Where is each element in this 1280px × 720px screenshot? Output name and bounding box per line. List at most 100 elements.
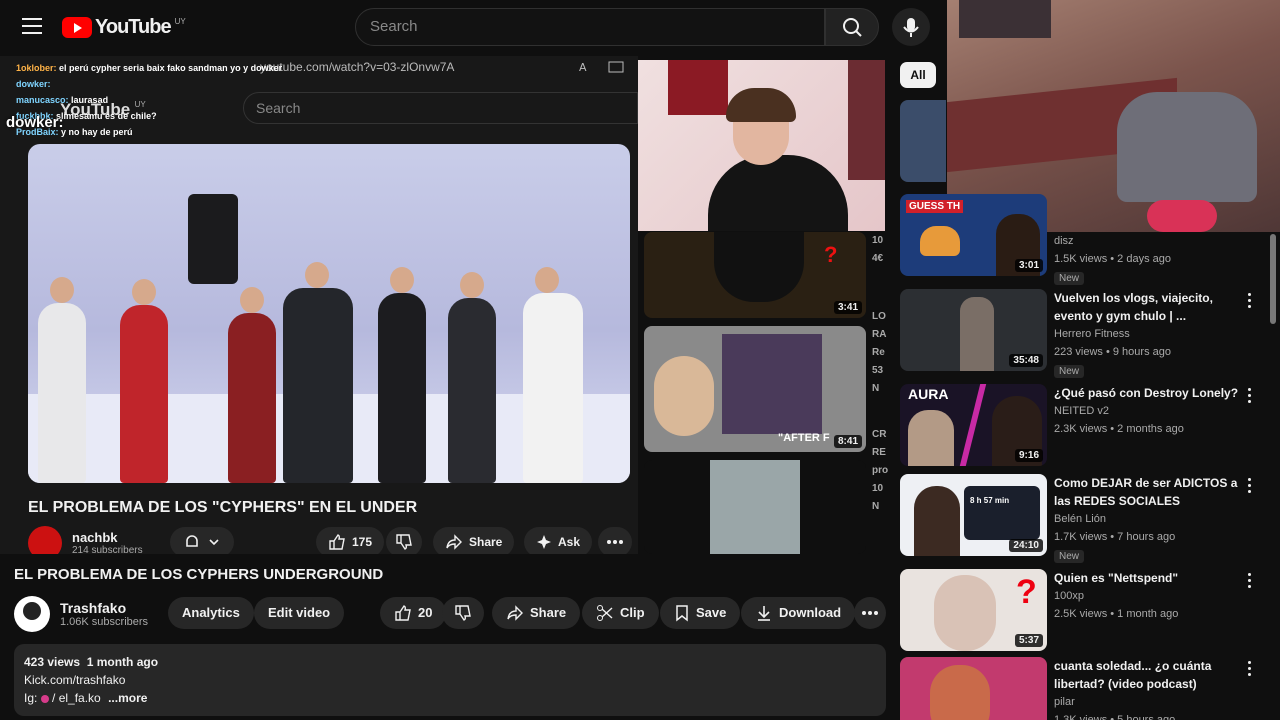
embedded-ask-button[interactable]: Ask: [524, 527, 593, 554]
video-thumbnail[interactable]: 35:48: [900, 289, 1047, 371]
recommendation-item[interactable]: AURA 9:16 ¿Qué pasó con Destroy Lonely? …: [900, 384, 1270, 474]
video-info: ¿Qué pasó con Destroy Lonely? NEITED v2 …: [1054, 384, 1242, 438]
avatar[interactable]: [14, 596, 50, 632]
channel-name[interactable]: pilar: [1054, 693, 1242, 711]
thumbnail-caption: "AFTER F: [778, 432, 830, 444]
microphone-icon: [903, 18, 919, 37]
recommendation-item[interactable]: 8 h 57 min 24:10 Como DEJAR de ser ADICT…: [900, 474, 1270, 564]
video-player[interactable]: youtube.com/watch?v=03-zlOnvw7A A YouTub…: [0, 56, 638, 554]
embedded-share-button[interactable]: Share: [433, 527, 515, 554]
video-info: Vuelven los vlogs, viajecito, evento y g…: [1054, 289, 1242, 379]
video-thumbnail[interactable]: ? 5:37: [900, 569, 1047, 651]
recommendation-item[interactable]: cuanta soledad... ¿o cuánta libertad? (v…: [900, 657, 1270, 720]
edit-video-button[interactable]: Edit video: [254, 597, 345, 629]
recommendation-item[interactable]: ? 5:37 Quien es "Nettspend" 100xp 2.5K v…: [900, 569, 1270, 659]
chat-message: 1oklober: el perú cypher seria baix fako…: [16, 60, 282, 76]
thumbnail-person: [930, 665, 990, 720]
thumbnail-face: [934, 575, 996, 651]
person-torso: [708, 155, 848, 231]
download-button[interactable]: Download: [741, 597, 856, 629]
thumbnail-person: [710, 460, 800, 554]
captured-recommendations: ? 3:41 "AFTER F 8:41 10 4€ LO RA Re 53 N CR RE…: [638, 232, 888, 554]
browser-url: youtube.com/watch?v=03-zlOnvw7A: [260, 60, 455, 74]
filter-chip-all[interactable]: All: [900, 62, 936, 88]
thumbnail-text: GUESS TH: [906, 200, 964, 213]
save-button[interactable]: Save: [660, 597, 741, 629]
description-box[interactable]: 423 views 1 month ago Kick.com/trashfako…: [14, 644, 886, 716]
duration-badge: 24:10: [1009, 539, 1043, 552]
channel-name[interactable]: NEITED v2: [1054, 402, 1242, 420]
clip-button[interactable]: Clip: [582, 597, 659, 629]
video-thumbnail[interactable]: AURA 9:16: [900, 384, 1047, 466]
person: [228, 287, 276, 483]
person: [120, 279, 168, 483]
voice-search-button[interactable]: [892, 8, 930, 46]
menu-icon[interactable]: [22, 18, 42, 34]
like-button[interactable]: 20: [380, 597, 447, 629]
recommendation-item[interactable]: GUESS TH 3:01 disz 1.5K views • 2 days a…: [900, 194, 1270, 285]
duration-badge: 3:01: [1014, 259, 1043, 272]
logo-text: YouTube: [95, 16, 172, 38]
embedded-share-label: Share: [469, 535, 503, 549]
channel-name[interactable]: Belén Lión: [1054, 510, 1242, 528]
more-vertical-icon[interactable]: [1248, 478, 1252, 496]
video-title[interactable]: cuanta soledad... ¿o cuánta libertad? (v…: [1054, 657, 1242, 693]
video-thumbnail[interactable]: [644, 460, 866, 554]
scrollbar[interactable]: [1270, 234, 1276, 324]
search-input[interactable]: Search: [355, 8, 825, 46]
embedded-like-button[interactable]: 175: [316, 527, 385, 554]
video-thumbnail[interactable]: ? 3:41: [644, 232, 866, 318]
more-vertical-icon[interactable]: [1248, 388, 1252, 406]
embedded-dislike-button[interactable]: [386, 527, 422, 554]
country-code: UY: [174, 17, 186, 26]
save-label: Save: [696, 605, 727, 620]
more-vertical-icon[interactable]: [1248, 661, 1252, 679]
video-title[interactable]: Vuelven los vlogs, viajecito, evento y g…: [1054, 289, 1242, 325]
person: [283, 262, 353, 483]
chat-user: manucasco:: [16, 95, 69, 105]
video-thumbnail[interactable]: GUESS TH 3:01: [900, 194, 1047, 276]
channel-name[interactable]: Trashfako: [60, 600, 148, 616]
embedded-video-frame[interactable]: [28, 144, 630, 483]
channel-name[interactable]: Herrero Fitness: [1054, 325, 1242, 343]
video-title[interactable]: ¿Qué pasó con Destroy Lonely?: [1054, 384, 1242, 402]
more-horizontal-icon: [862, 611, 878, 615]
video-thumbnail[interactable]: 8 h 57 min 24:10: [900, 474, 1047, 556]
video-thumbnail-partial[interactable]: [900, 100, 946, 182]
more-vertical-icon[interactable]: [1248, 293, 1252, 311]
avatar[interactable]: [28, 526, 62, 554]
thumbs-up-icon: [329, 534, 345, 550]
speaker: [188, 194, 238, 284]
video-thumbnail[interactable]: [900, 657, 1047, 720]
embedded-more-button[interactable]: [598, 527, 632, 554]
channel-name[interactable]: disz: [1054, 232, 1242, 250]
share-button[interactable]: Share: [492, 597, 581, 629]
video-title[interactable]: Como DEJAR de ser ADICTOS a las REDES SO…: [1054, 474, 1242, 510]
embedded-channel-name[interactable]: nachbk: [72, 530, 143, 545]
embedded-ask-label: Ask: [558, 535, 581, 549]
ig-handle[interactable]: / el_fa.ko: [52, 691, 101, 705]
thumbnail-phone-graphic: [964, 486, 1040, 540]
analytics-button[interactable]: Analytics: [168, 597, 254, 629]
new-badge: New: [1054, 550, 1085, 563]
notification-bell-button[interactable]: [170, 527, 234, 554]
download-label: Download: [779, 605, 842, 620]
video-meta: 2.3K views • 2 months ago: [1054, 423, 1184, 435]
duration-badge: 35:48: [1009, 354, 1043, 367]
view-count: 423 views: [24, 655, 81, 669]
thumbnail-person: [908, 410, 954, 466]
more-actions-button[interactable]: [854, 597, 886, 629]
person: [38, 277, 86, 483]
recommendation-item[interactable]: 35:48 Vuelven los vlogs, viajecito, even…: [900, 289, 1270, 379]
youtube-logo[interactable]: YouTube UY: [62, 16, 186, 39]
channel-name[interactable]: 100xp: [1054, 587, 1242, 605]
subscriber-count: 1.06K subscribers: [60, 616, 149, 628]
more-vertical-icon[interactable]: [1248, 573, 1252, 591]
dislike-button[interactable]: [442, 597, 484, 629]
show-more-link[interactable]: ...more: [108, 691, 147, 705]
clipped-side-text: 10 4€ LO RA Re 53 N CR RE pro 10 N: [872, 235, 888, 512]
like-count: 20: [418, 605, 433, 620]
search-button[interactable]: [825, 8, 879, 46]
video-thumbnail[interactable]: "AFTER F 8:41: [644, 326, 866, 452]
video-title[interactable]: Quien es "Nettspend": [1054, 569, 1242, 587]
